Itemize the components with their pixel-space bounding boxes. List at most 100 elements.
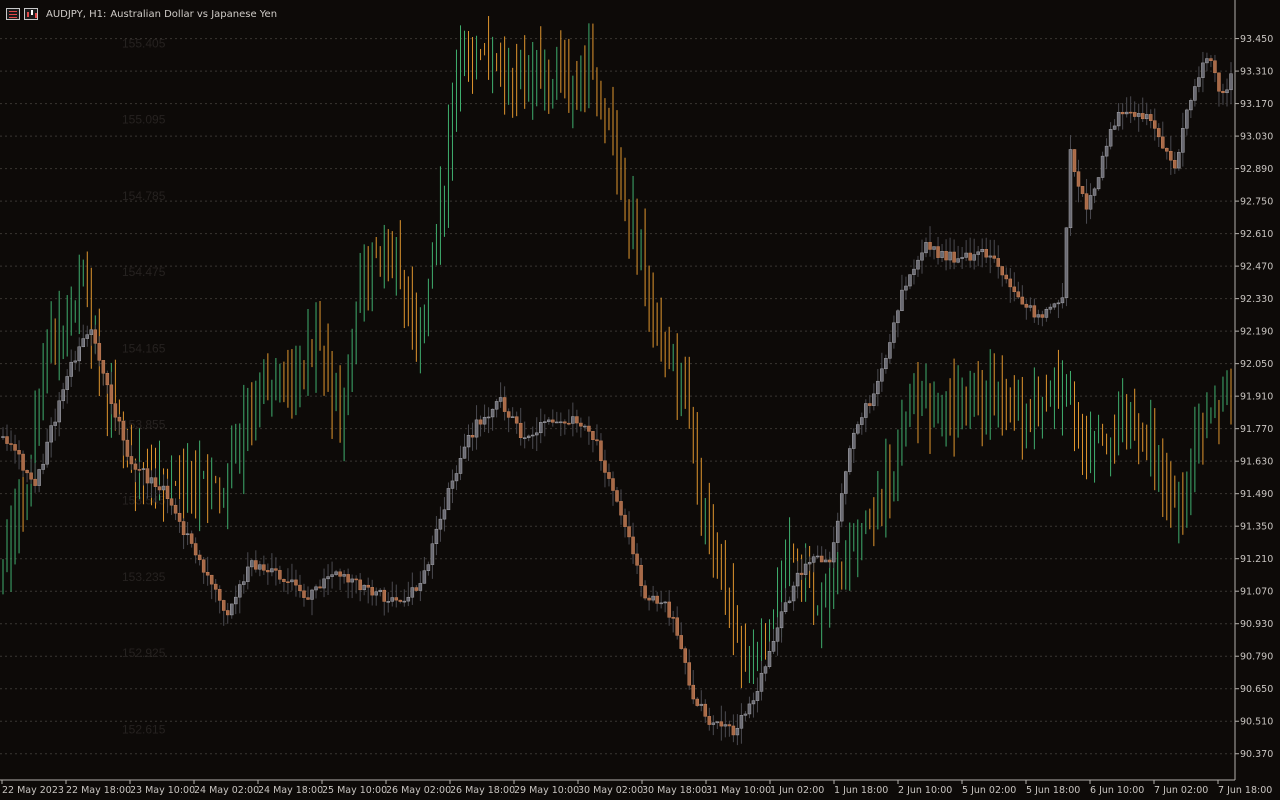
candle xyxy=(514,416,519,424)
candle xyxy=(69,361,73,377)
candle xyxy=(250,560,254,568)
x-tick-label: 22 May 18:00 xyxy=(66,785,131,796)
candle xyxy=(65,376,69,390)
chart-area[interactable]: 155.405 155.095 154.785 154.475 154.165 153.8… xyxy=(0,0,1280,800)
candle xyxy=(1064,227,1069,298)
candle xyxy=(117,416,122,422)
candle xyxy=(446,488,451,511)
overlay-scale-label: 153.855 xyxy=(122,418,166,432)
candle xyxy=(149,477,154,484)
candle xyxy=(1173,159,1177,169)
candle xyxy=(53,421,57,426)
x-tick-label: 26 May 02:00 xyxy=(386,785,451,796)
candle xyxy=(1036,314,1041,318)
candle xyxy=(631,536,635,555)
candle xyxy=(803,563,808,575)
candle xyxy=(342,574,346,577)
candle xyxy=(201,559,206,573)
candle xyxy=(81,338,86,348)
candle xyxy=(193,543,198,556)
candle xyxy=(559,421,563,424)
candle xyxy=(378,589,382,592)
candle xyxy=(695,698,700,706)
candle xyxy=(506,411,511,418)
candle xyxy=(920,252,924,261)
candle xyxy=(1165,147,1169,152)
candle xyxy=(1217,72,1221,92)
candle xyxy=(165,485,170,499)
candle xyxy=(908,274,912,287)
candle xyxy=(474,419,479,438)
candle xyxy=(635,553,639,566)
candle xyxy=(595,439,599,442)
chart-description: Australian Dollar vs Japanese Yen xyxy=(110,8,278,20)
candle xyxy=(238,584,242,598)
candle xyxy=(835,520,840,543)
price-chart[interactable]: 155.405 155.095 154.785 154.475 154.165 153.8… xyxy=(0,0,1280,800)
candle xyxy=(97,343,102,361)
overlay-scale-label: 155.095 xyxy=(122,113,166,127)
candle xyxy=(454,473,459,482)
x-tick-label: 23 May 10:00 xyxy=(130,785,195,796)
candle xyxy=(189,533,194,544)
candle xyxy=(510,416,515,418)
candle xyxy=(988,255,992,258)
candle xyxy=(85,334,90,339)
candle xyxy=(667,601,671,618)
candle xyxy=(1132,112,1137,117)
candle xyxy=(884,358,888,370)
candle xyxy=(334,571,338,575)
candle xyxy=(486,416,491,419)
candle xyxy=(1185,109,1189,129)
candle xyxy=(1024,303,1029,308)
candle xyxy=(9,443,13,445)
x-tick-label: 29 May 10:00 xyxy=(514,785,579,796)
overlay-scale-label: 155.405 xyxy=(122,36,166,50)
candle xyxy=(1004,274,1009,280)
candle xyxy=(639,565,643,586)
candle xyxy=(530,434,535,437)
candle xyxy=(603,460,607,473)
candle xyxy=(534,432,539,436)
candle xyxy=(651,595,655,601)
candle xyxy=(394,597,399,601)
candle xyxy=(864,403,868,418)
candle xyxy=(1140,113,1145,120)
candle xyxy=(543,421,547,423)
y-tick-label: 93.170 xyxy=(1240,99,1273,110)
candle xyxy=(615,490,619,502)
candle xyxy=(133,463,138,470)
candle xyxy=(747,703,752,715)
candle xyxy=(177,512,182,522)
candle xyxy=(743,713,748,716)
y-tick-label: 92.890 xyxy=(1240,164,1273,175)
candle xyxy=(242,581,246,585)
candle xyxy=(450,480,455,489)
bar-chart-icon[interactable] xyxy=(24,8,38,20)
candle xyxy=(145,468,150,484)
candle xyxy=(1209,58,1213,61)
candle xyxy=(1028,305,1033,308)
candle xyxy=(41,463,45,470)
candle xyxy=(1084,193,1089,210)
candle xyxy=(948,251,952,261)
candle xyxy=(1096,177,1101,190)
candle xyxy=(960,257,964,259)
y-tick-label: 93.310 xyxy=(1240,67,1273,78)
y-tick-label: 91.770 xyxy=(1240,424,1273,435)
candle xyxy=(611,478,615,491)
candle xyxy=(37,469,41,486)
candle xyxy=(1032,305,1037,318)
list-icon[interactable] xyxy=(6,8,20,20)
candle xyxy=(21,453,25,471)
candle xyxy=(246,566,250,582)
candle xyxy=(173,504,178,514)
candle xyxy=(1060,297,1065,304)
overlay-scale-label: 153.235 xyxy=(122,570,166,584)
candle xyxy=(579,422,583,427)
y-tick-label: 91.490 xyxy=(1240,489,1273,500)
y-tick-label: 92.610 xyxy=(1240,229,1273,240)
candle xyxy=(952,251,956,263)
candle xyxy=(494,401,499,410)
candle xyxy=(1072,149,1077,172)
